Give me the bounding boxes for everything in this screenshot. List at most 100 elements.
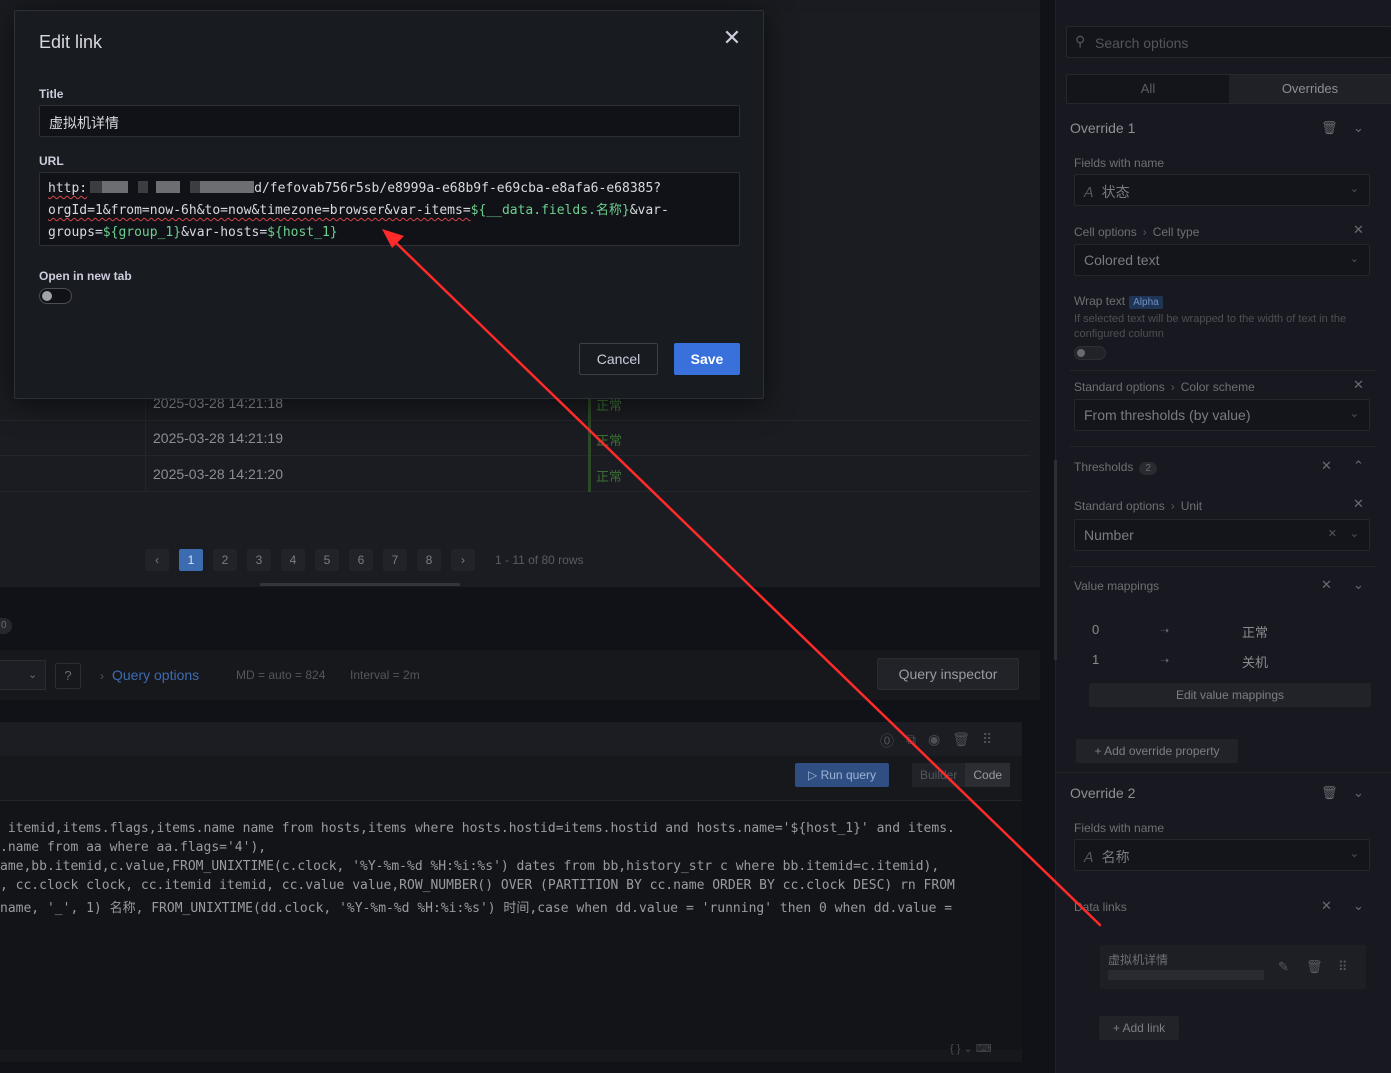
url-label: URL: [39, 154, 64, 168]
trash-icon[interactable]: 🗑: [1321, 120, 1338, 136]
thresholds-label[interactable]: Thresholds 2: [1074, 460, 1157, 475]
trash-icon[interactable]: 🗑: [952, 731, 970, 751]
unit-select[interactable]: Number ✕ ⌄: [1074, 519, 1370, 551]
editor-footer-icons: { } ⌄ ⌨: [950, 1043, 992, 1055]
query-row-header: ⓪ ⧉ ◉ 🗑 ⠿: [0, 722, 1022, 756]
data-link-url-redacted: [1108, 970, 1264, 980]
close-icon[interactable]: ✕: [1353, 222, 1364, 238]
page-button-5[interactable]: 5: [315, 549, 339, 571]
clear-icon[interactable]: ✕: [1328, 527, 1337, 540]
next-page-button[interactable]: ›: [451, 549, 475, 571]
alpha-badge: Alpha: [1129, 296, 1163, 309]
fields-with-name-label: Fields with name: [1074, 821, 1165, 835]
wrap-text-toggle[interactable]: [1074, 346, 1106, 360]
trash-icon[interactable]: 🗑: [1321, 785, 1338, 801]
pencil-icon[interactable]: ✎: [1278, 959, 1289, 975]
override-1-title[interactable]: Override 1: [1070, 120, 1135, 136]
page-button-4[interactable]: 4: [281, 549, 305, 571]
value-mappings-label[interactable]: Value mappings: [1074, 579, 1159, 593]
chevron-down-icon[interactable]: ⌄: [1353, 577, 1364, 593]
mapping-value: 关机: [1242, 655, 1269, 670]
chevron-up-icon[interactable]: ⌃: [1353, 458, 1364, 474]
row-status: 正常: [596, 433, 623, 448]
color-scheme-select[interactable]: From thresholds (by value) ⌄: [1074, 399, 1370, 431]
interval-text: Interval = 2m: [350, 668, 420, 682]
mapping-value: 正常: [1242, 625, 1269, 640]
modal-title: Edit link: [39, 32, 103, 52]
drag-handle-icon[interactable]: ⠿: [1338, 959, 1348, 975]
page-button-7[interactable]: 7: [383, 549, 407, 571]
chevron-down-icon: ⌄: [1349, 253, 1359, 265]
close-icon[interactable]: ✕: [1321, 458, 1332, 474]
query-options-bar: ⌄ ? › Query options MD = auto = 824 Inter…: [0, 650, 1040, 700]
override-2-title[interactable]: Override 2: [1070, 785, 1135, 801]
sql-code-editor[interactable]: itemid,items.flags,items.name name from …: [0, 800, 1022, 1050]
add-override-property-button[interactable]: + Add override property: [1076, 739, 1238, 763]
tab-all[interactable]: All: [1067, 75, 1229, 103]
query-options-toggle[interactable]: › Query options: [100, 667, 199, 683]
close-icon[interactable]: ✕: [1321, 898, 1332, 914]
close-icon[interactable]: ✕: [1353, 377, 1364, 393]
code-line: itemid,items.flags,items.name name from …: [0, 821, 955, 836]
code-line: ame,bb.itemid,c.value,FROM_UNIXTIME(c.cl…: [0, 859, 940, 874]
data-link-item[interactable]: 虚拟机详情 ✎ 🗑 ⠿: [1100, 945, 1366, 989]
fields-with-name-select[interactable]: 𝘈 名称 ⌄: [1074, 839, 1370, 871]
query-editor-panel: ⓪ ⧉ ◉ 🗑 ⠿ ▷ Run query Builder Code itemi…: [0, 722, 1022, 1062]
row-date: 2025-03-28 14:21:20: [153, 466, 283, 482]
editor-mode-toggle: Builder Code: [912, 763, 1011, 787]
chevron-down-icon[interactable]: ⌄: [1353, 898, 1364, 914]
builder-mode-button[interactable]: Builder: [912, 763, 965, 787]
cancel-button[interactable]: Cancel: [579, 343, 658, 375]
drag-handle-icon[interactable]: ⠿: [982, 731, 992, 751]
data-links-label[interactable]: Data links: [1074, 900, 1127, 914]
run-query-button[interactable]: ▷ Run query: [795, 763, 889, 787]
page-button-8[interactable]: 8: [417, 549, 441, 571]
trash-icon[interactable]: 🗑: [1306, 959, 1323, 975]
close-icon[interactable]: ✕: [722, 27, 742, 49]
chevron-down-icon[interactable]: ⌄: [1353, 785, 1364, 801]
open-in-new-tab-toggle[interactable]: [39, 288, 72, 304]
chevron-down-icon[interactable]: ⌄: [1353, 120, 1364, 136]
search-icon: ⚲: [1075, 33, 1086, 49]
help-icon[interactable]: ⓪: [880, 731, 894, 751]
wrap-text-description: If selected text will be wrapped to the …: [1074, 313, 1347, 340]
page-button-6[interactable]: 6: [349, 549, 373, 571]
table-horizontal-scrollbar[interactable]: [260, 583, 460, 586]
text-field-icon: 𝘈: [1084, 849, 1094, 865]
edit-value-mappings-button[interactable]: Edit value mappings: [1089, 683, 1371, 707]
close-icon[interactable]: ✕: [1321, 577, 1332, 593]
page-button-1[interactable]: 1: [179, 549, 203, 571]
pagination-info: 1 - 11 of 80 rows: [495, 553, 584, 567]
add-link-button[interactable]: + Add link: [1099, 1016, 1179, 1040]
datasource-select[interactable]: ⌄: [0, 660, 46, 690]
code-line: name, '_', 1) 名称, FROM_UNIXTIME(dd.clock…: [0, 901, 953, 916]
url-input[interactable]: http: d/fefovab756r5sb/e8999a-e68b9f-e69c…: [39, 172, 740, 246]
query-options-label: Query options: [112, 667, 200, 683]
code-mode-button[interactable]: Code: [965, 763, 1011, 787]
arrow-right-icon: ➝: [1160, 625, 1170, 637]
help-icon[interactable]: ?: [55, 663, 81, 689]
chevron-down-icon: ⌄: [28, 669, 38, 681]
arrow-right-icon: ➝: [1160, 655, 1170, 667]
title-label: Title: [39, 87, 64, 101]
title-input[interactable]: 虚拟机详情: [39, 105, 740, 137]
page-button-2[interactable]: 2: [213, 549, 237, 571]
duplicate-icon[interactable]: ⧉: [906, 731, 916, 751]
row-date: 2025-03-28 14:21:19: [153, 430, 283, 446]
chevron-down-icon: ⌄: [1349, 408, 1359, 420]
max-data-points-text: MD = auto = 824: [236, 668, 326, 682]
row-status: 正常: [596, 469, 623, 484]
fields-with-name-label: Fields with name: [1074, 156, 1165, 170]
pane-resize-handle[interactable]: [1054, 460, 1057, 660]
eye-icon[interactable]: ◉: [928, 731, 940, 751]
cell-type-select[interactable]: Colored text ⌄: [1074, 244, 1370, 276]
prev-page-button[interactable]: ‹: [145, 549, 169, 571]
panel-options-pane: ⚲ Search options All Overrides Override …: [1054, 0, 1391, 1073]
fields-with-name-select[interactable]: 𝘈 状态 ⌄: [1074, 174, 1370, 206]
tab-overrides[interactable]: Overrides: [1229, 75, 1391, 103]
close-icon[interactable]: ✕: [1353, 496, 1364, 512]
page-button-3[interactable]: 3: [247, 549, 271, 571]
save-button[interactable]: Save: [674, 343, 740, 375]
query-inspector-button[interactable]: Query inspector: [877, 658, 1019, 690]
search-options-input[interactable]: ⚲ Search options: [1066, 26, 1391, 58]
